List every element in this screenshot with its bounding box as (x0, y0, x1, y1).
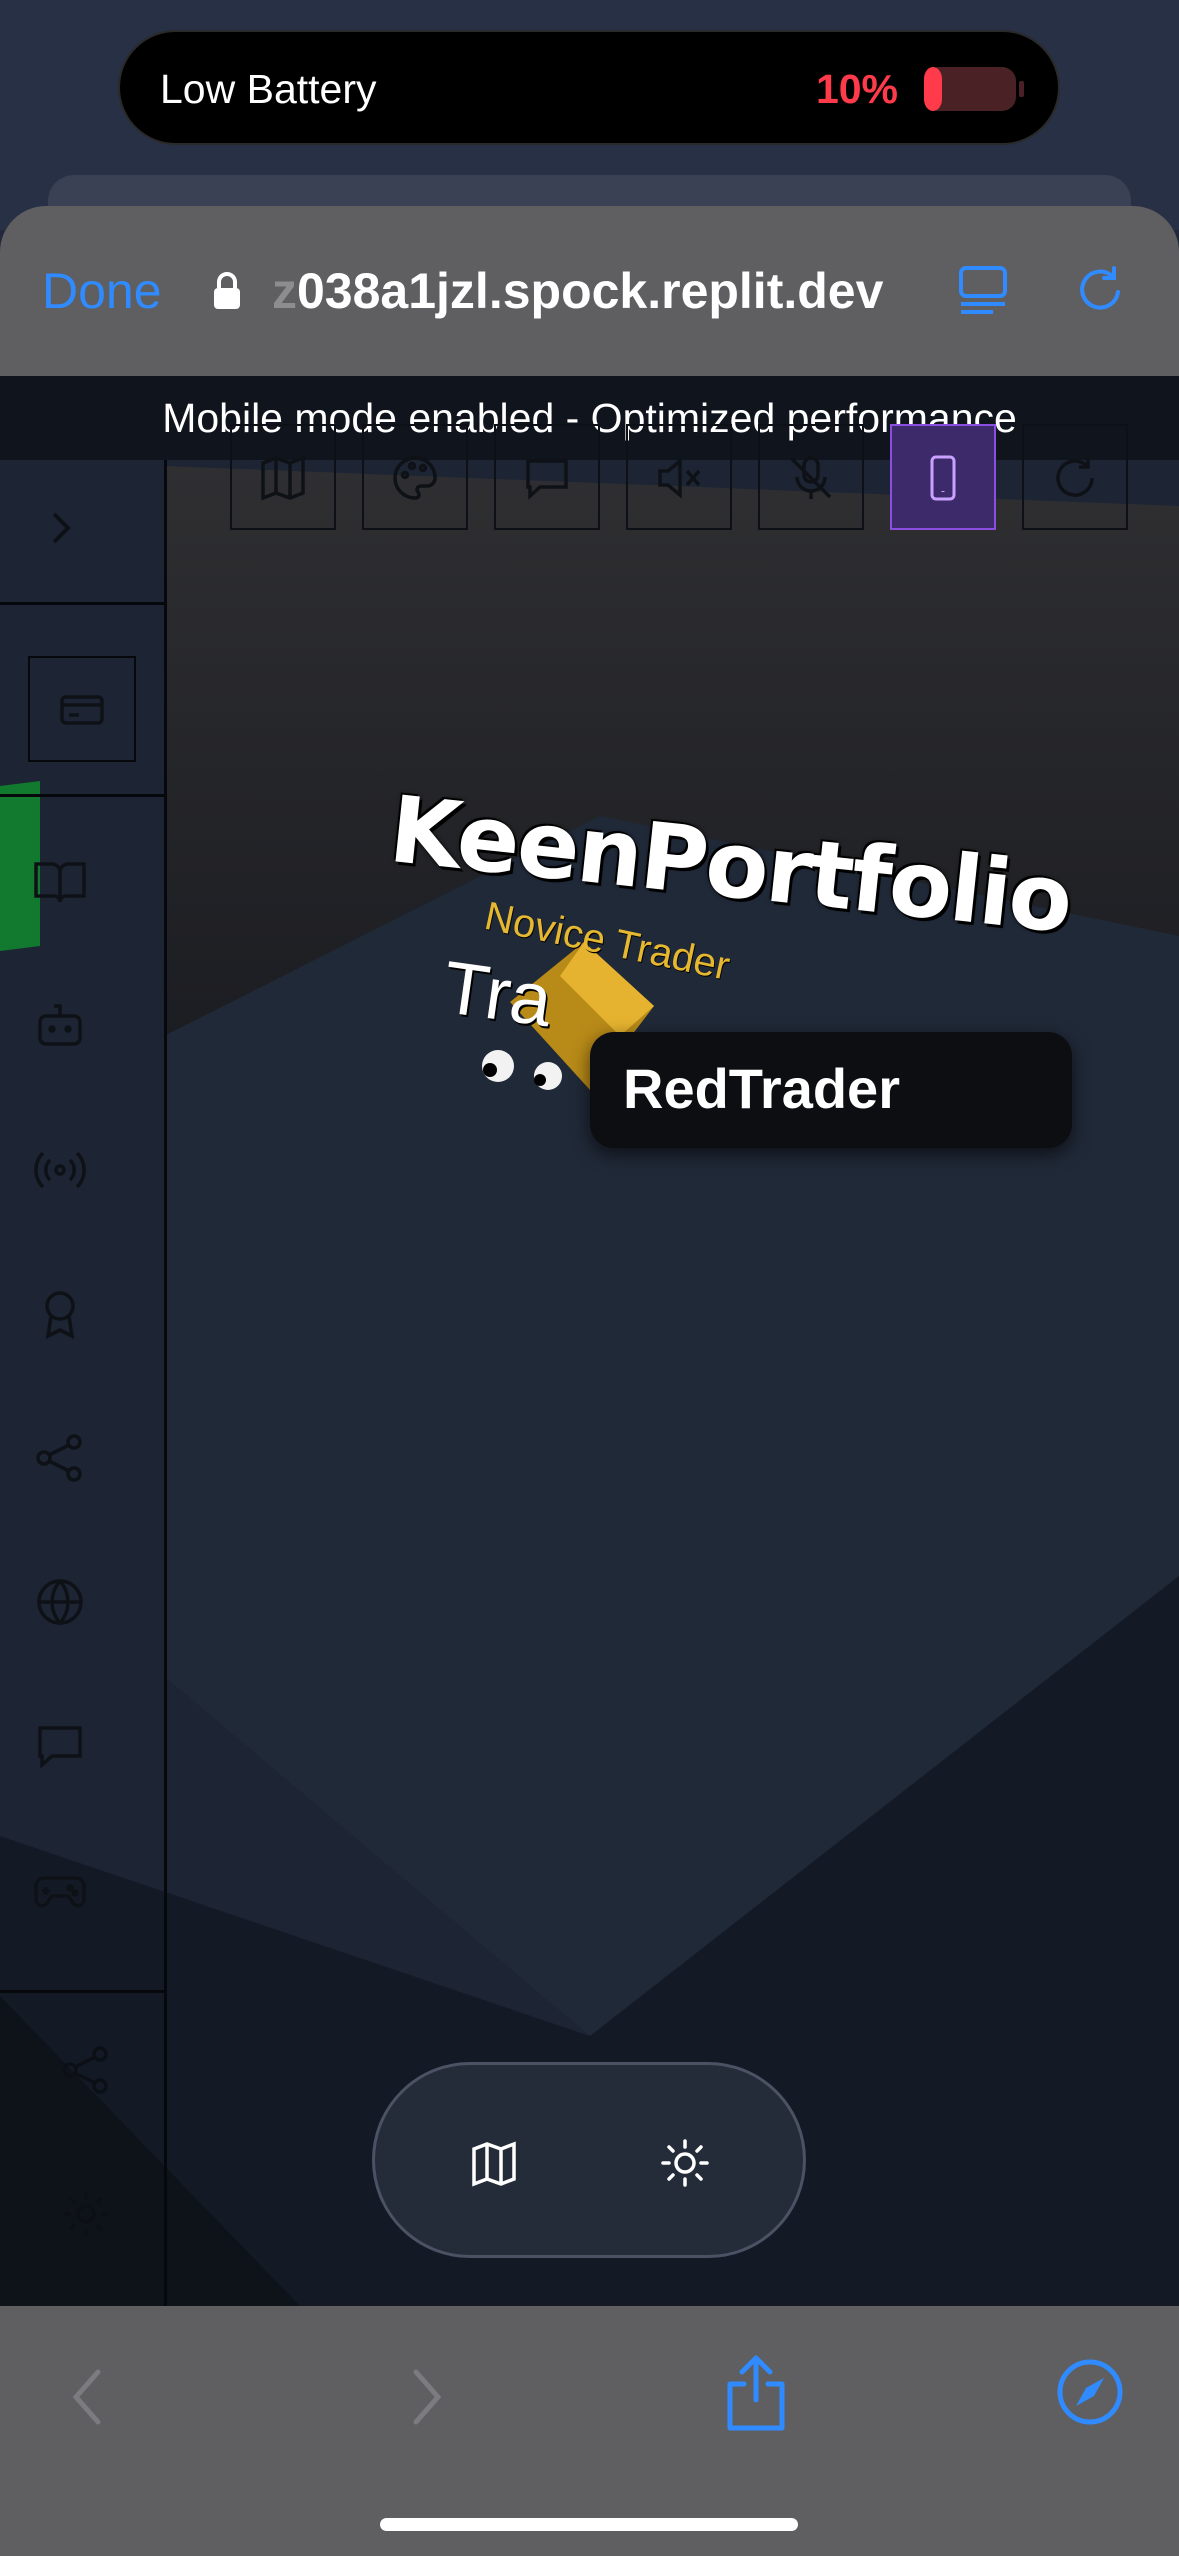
sidebar-divider (0, 602, 164, 605)
reload-icon[interactable] (1072, 262, 1128, 318)
sidebar-divider (0, 1990, 164, 1993)
gamepad-icon[interactable] (30, 1860, 90, 1920)
map-icon[interactable] (469, 2139, 519, 2189)
card-icon (60, 695, 104, 725)
mute-icon (658, 457, 701, 499)
url-field[interactable]: z038a1jzl.spock.replit.dev (272, 262, 883, 320)
scene-backdrop (0, 376, 1179, 2306)
book-icon[interactable] (30, 852, 90, 912)
bot-icon[interactable] (30, 996, 90, 1056)
toolbar (0, 376, 1179, 576)
player-name: RedTrader (623, 1057, 900, 1120)
battery-icon (922, 65, 1026, 113)
sidebar-divider (0, 794, 164, 797)
mobile-mode-button[interactable] (890, 424, 996, 530)
chat-icon (526, 459, 568, 500)
gear-icon[interactable] (56, 2184, 116, 2244)
refresh-button[interactable] (1022, 424, 1128, 530)
palette-icon (393, 456, 437, 500)
compass-icon[interactable] (1054, 2356, 1126, 2428)
map-button[interactable] (230, 424, 336, 530)
forward-icon[interactable] (400, 2362, 450, 2432)
mic-off-icon (790, 456, 832, 499)
done-button[interactable]: Done (42, 262, 162, 320)
map-icon (261, 455, 305, 501)
share-icon[interactable] (56, 2040, 116, 2100)
scene-partial-label: Tra (438, 944, 558, 1043)
share-icon[interactable] (30, 1428, 90, 1488)
message-icon[interactable] (30, 1716, 90, 1776)
sidebar (0, 460, 167, 2306)
mute-button[interactable] (626, 424, 732, 530)
low-battery-alert: Low Battery 10% (118, 30, 1060, 145)
share-icon[interactable] (720, 2352, 792, 2432)
sun-icon[interactable] (659, 2137, 711, 2189)
lock-icon (212, 271, 242, 311)
home-indicator (380, 2518, 798, 2531)
refresh-icon (1056, 458, 1094, 497)
award-icon[interactable] (30, 1284, 90, 1344)
url-text: 038a1jzl.spock.replit.dev (297, 263, 884, 319)
chat-button[interactable] (494, 424, 600, 530)
palette-button[interactable] (362, 424, 468, 530)
player-nametag: RedTrader (590, 1032, 1072, 1148)
globe-icon[interactable] (30, 1572, 90, 1632)
broadcast-icon[interactable] (30, 1140, 90, 1200)
battery-percent: 10% (815, 66, 898, 112)
url-prefix: z (272, 263, 297, 319)
mic-off-button[interactable] (758, 424, 864, 530)
battery-label: Low Battery (160, 66, 377, 112)
mobile-icon (930, 455, 956, 501)
reader-icon[interactable] (955, 262, 1011, 318)
chevron-right-icon[interactable] (30, 498, 90, 558)
sidebar-item-card[interactable] (28, 656, 136, 762)
back-icon[interactable] (64, 2362, 114, 2432)
bottom-controls (372, 2062, 806, 2258)
game-scene[interactable]: Mobile mode enabled - Optimized performa… (0, 376, 1179, 2306)
